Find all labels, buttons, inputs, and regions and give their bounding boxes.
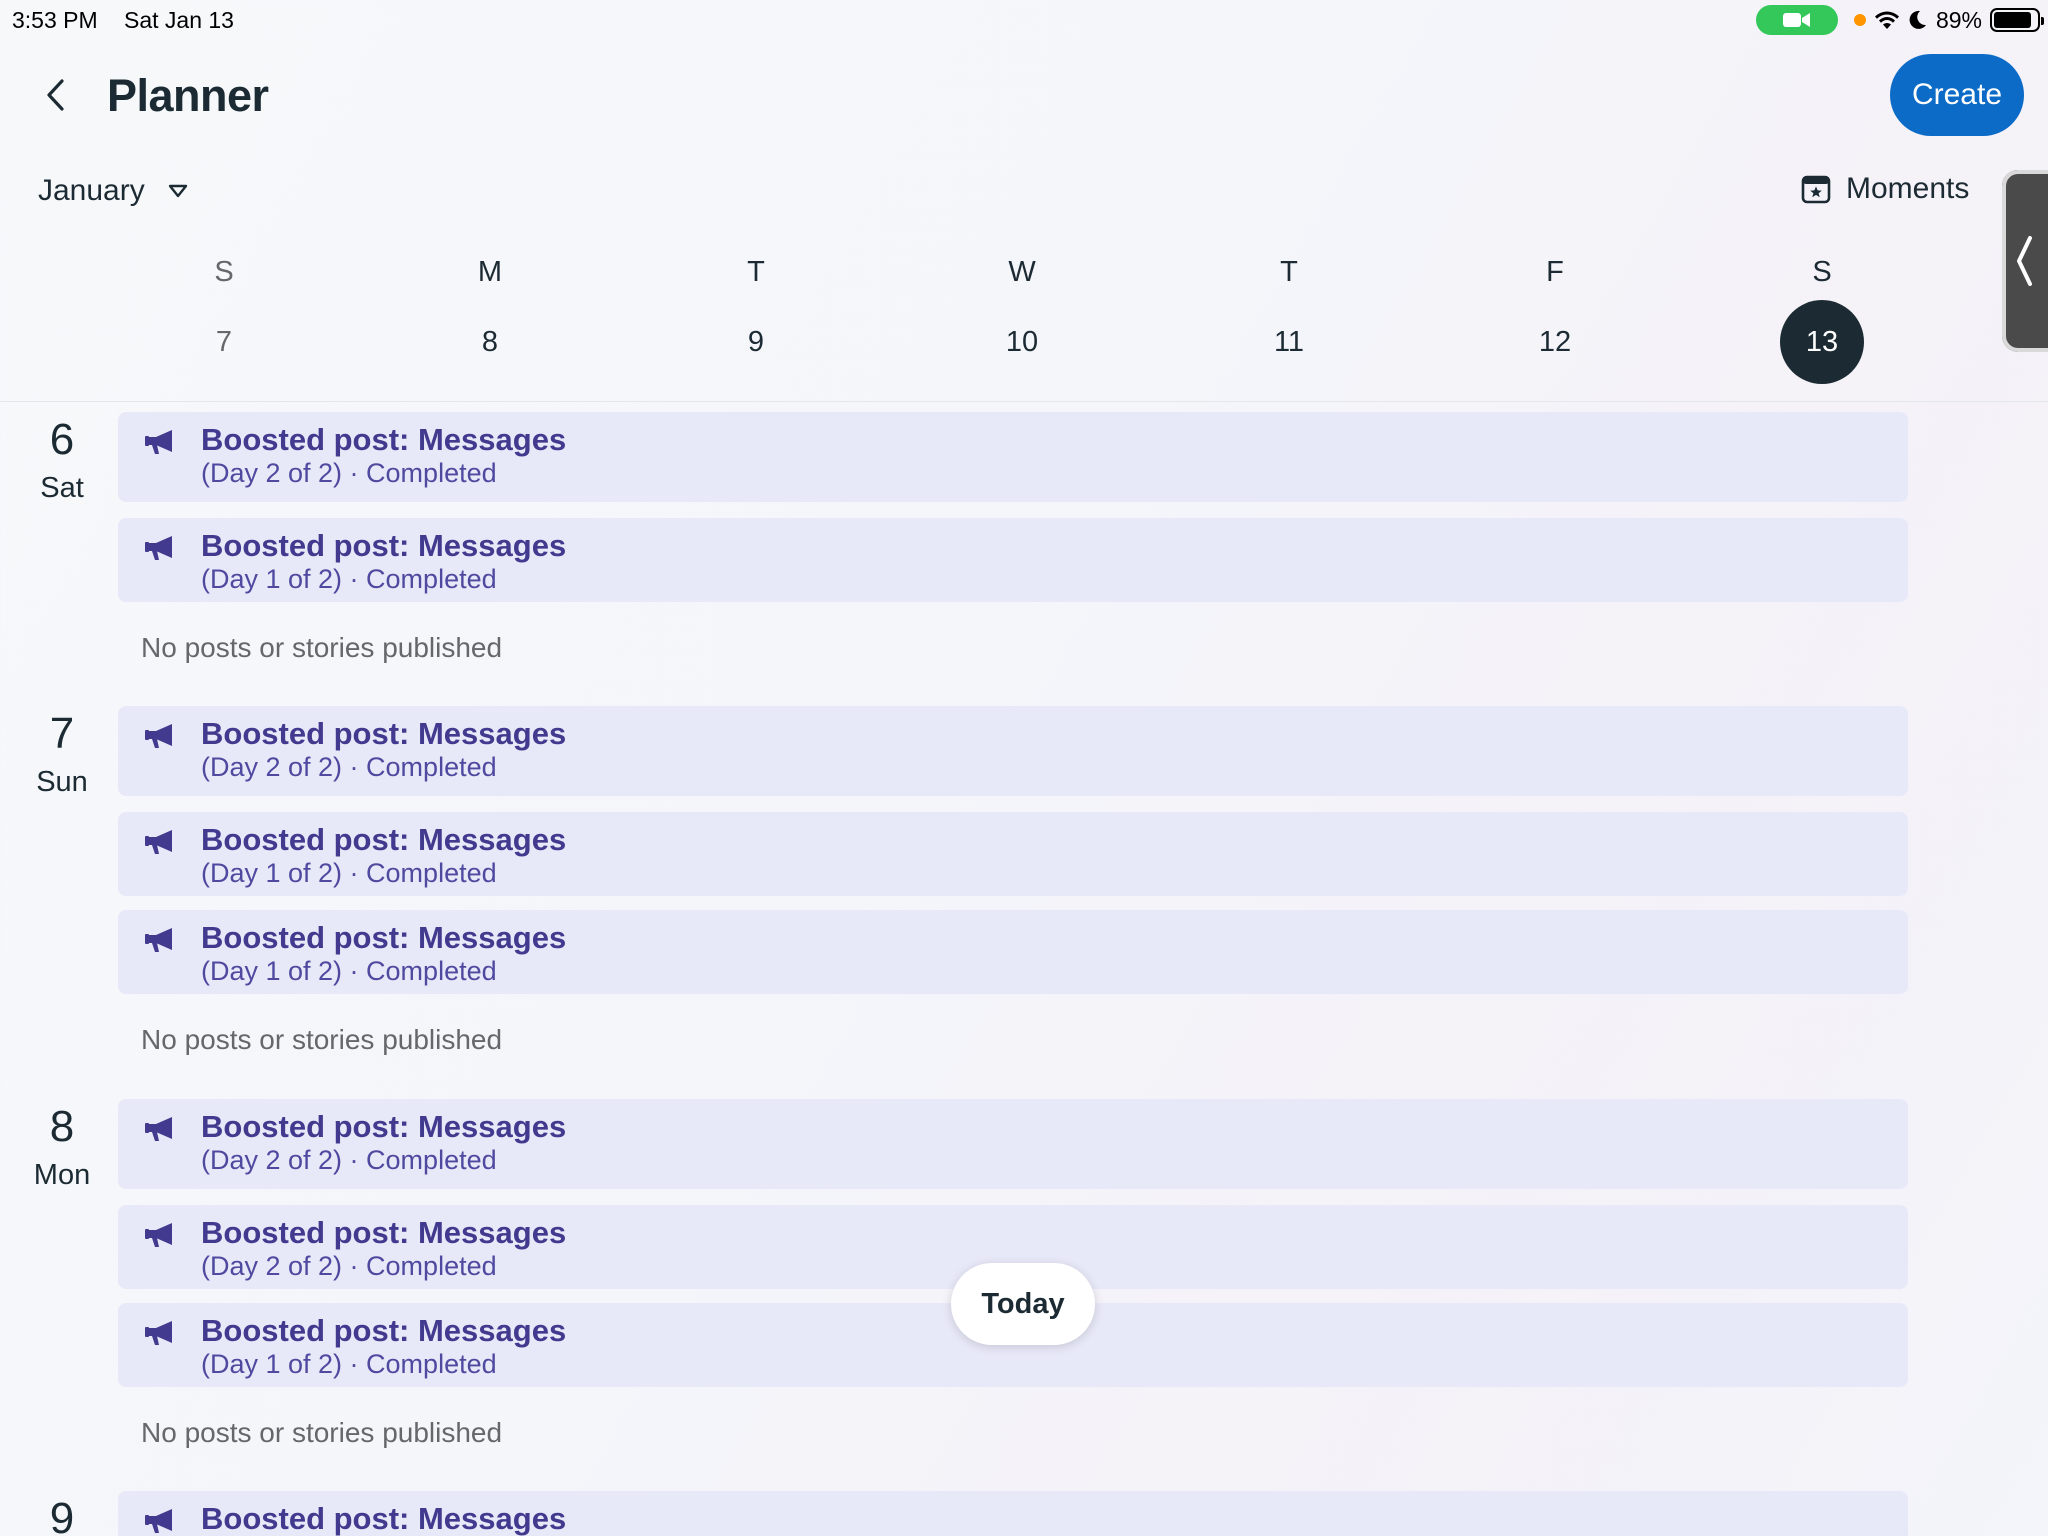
megaphone-icon	[144, 1221, 178, 1249]
event-card[interactable]: Boosted post: Messages (Day 1 of 2) · Com…	[118, 812, 1908, 896]
empty-day-note: No posts or stories published	[141, 1024, 503, 1055]
day-label-9: 9	[0, 1497, 124, 1536]
today-button[interactable]: Today	[951, 1263, 1095, 1345]
megaphone-icon	[144, 722, 178, 750]
day-number: 7	[49, 709, 75, 758]
week-date[interactable]: 11	[1247, 300, 1331, 384]
battery-percent: 89%	[1935, 6, 1982, 33]
event-title: Boosted post: Messages	[201, 822, 567, 857]
event-status: (Day 1 of 2) · Completed	[201, 564, 497, 594]
megaphone-icon	[144, 534, 178, 562]
week-date[interactable]: 12	[1513, 300, 1597, 384]
event-status: (Day 2 of 2) · Completed	[201, 458, 497, 488]
event-title: Boosted post: Messages	[201, 716, 567, 751]
battery-icon	[1990, 8, 2044, 32]
event-status: (Day 2 of 2) · Completed	[201, 1251, 497, 1281]
month-dropdown[interactable]: January	[38, 174, 189, 208]
week-day-letter: W	[1008, 256, 1036, 288]
week-date[interactable]: 10	[980, 300, 1064, 384]
week-day-9[interactable]: T9	[696, 240, 816, 400]
create-button[interactable]: Create	[1890, 54, 2024, 136]
megaphone-icon	[144, 428, 178, 456]
event-card[interactable]: Boosted post: Messages (Day 2 of 2) · Com…	[118, 412, 1908, 502]
event-card[interactable]: Boosted post: Messages (Day 2 of 2) · Com…	[118, 1099, 1908, 1189]
day-number: 9	[49, 1494, 75, 1536]
event-title: Boosted post: Messages	[201, 1215, 567, 1250]
event-title: Boosted post: Messages	[201, 528, 567, 563]
week-day-letter: S	[1812, 256, 1832, 288]
month-label: January	[38, 174, 145, 207]
week-day-7[interactable]: S7	[164, 240, 284, 400]
facetime-active-icon	[1755, 5, 1838, 35]
wifi-icon	[1874, 11, 1899, 29]
back-button[interactable]	[34, 70, 78, 120]
week-strip: S 7 M 8 T 9 W 10 T 11 F 12 S 13	[0, 240, 2048, 402]
agenda-list[interactable]: 6 Sat Boosted post: Messages (Day 2 of 2) ·…	[0, 402, 2048, 1536]
event-card[interactable]: Boosted post: Messages (Day 1 of 2) · Com…	[118, 518, 1908, 602]
megaphone-icon	[144, 926, 178, 954]
event-card[interactable]: Boosted post: Messages	[118, 1491, 1908, 1536]
chevron-left-icon	[47, 79, 64, 111]
day-name: Mon	[33, 1159, 91, 1191]
week-day-letter: M	[477, 256, 503, 288]
page-title: Planner	[107, 70, 269, 121]
moments-label: Moments	[1846, 172, 1970, 205]
status-time: 3:53 PM	[12, 7, 98, 33]
week-day-letter: T	[1280, 256, 1298, 288]
day-label-8: 8 Mon	[0, 1105, 124, 1192]
day-label-7: 7 Sun	[0, 712, 124, 799]
battery-fill	[1994, 12, 2032, 28]
status-bar: 3:53 PM Sat Jan 13 89%	[0, 0, 2048, 36]
empty-day-note: No posts or stories published	[141, 632, 503, 663]
week-day-10[interactable]: W 10	[962, 240, 1082, 400]
event-card[interactable]: Boosted post: Messages (Day 1 of 2) · Com…	[118, 910, 1908, 994]
week-day-11[interactable]: T 11	[1229, 240, 1349, 400]
week-date[interactable]: 9	[714, 300, 798, 384]
week-day-8[interactable]: M8	[430, 240, 550, 400]
week-day-12[interactable]: F 12	[1495, 240, 1615, 400]
event-status: (Day 2 of 2) · Completed	[201, 752, 497, 782]
day-number: 6	[49, 415, 75, 464]
week-day-letter: S	[214, 256, 234, 288]
week-day-letter: T	[747, 256, 765, 288]
event-status: (Day 1 of 2) · Completed	[201, 858, 497, 888]
event-title: Boosted post: Messages	[201, 920, 567, 955]
week-day-letter: F	[1546, 256, 1564, 288]
week-date-selected[interactable]: 13	[1780, 300, 1864, 384]
status-icons: 89%	[1755, 5, 2044, 35]
week-day-13[interactable]: S 13	[1762, 240, 1882, 400]
day-name: Sun	[36, 766, 88, 798]
event-title: Boosted post: Messages	[201, 422, 567, 457]
caret-down-icon	[168, 184, 187, 198]
megaphone-icon	[144, 1319, 178, 1347]
privacy-indicator-dot	[1853, 14, 1866, 26]
event-status: (Day 1 of 2) · Completed	[201, 956, 497, 986]
event-status: (Day 1 of 2) · Completed	[201, 1349, 497, 1379]
event-title: Boosted post: Messages	[201, 1501, 567, 1536]
megaphone-icon	[144, 828, 178, 856]
do-not-disturb-moon-icon	[1909, 10, 1926, 29]
moments-button[interactable]: Moments	[1800, 172, 1969, 206]
status-date: Sat Jan 13	[124, 7, 234, 33]
day-name: Sat	[40, 472, 84, 504]
megaphone-icon	[144, 1115, 178, 1143]
week-date[interactable]: 7	[182, 300, 266, 384]
event-title: Boosted post: Messages	[201, 1109, 567, 1144]
calendar-star-icon	[1801, 175, 1831, 204]
event-title: Boosted post: Messages	[201, 1313, 567, 1348]
megaphone-icon	[144, 1507, 178, 1535]
day-number: 8	[49, 1102, 75, 1151]
empty-day-note: No posts or stories published	[141, 1417, 503, 1448]
event-status: (Day 2 of 2) · Completed	[201, 1145, 497, 1175]
event-card[interactable]: Boosted post: Messages (Day 2 of 2) · Com…	[118, 706, 1908, 796]
week-date[interactable]: 8	[448, 300, 532, 384]
day-label-6: 6 Sat	[0, 418, 124, 505]
